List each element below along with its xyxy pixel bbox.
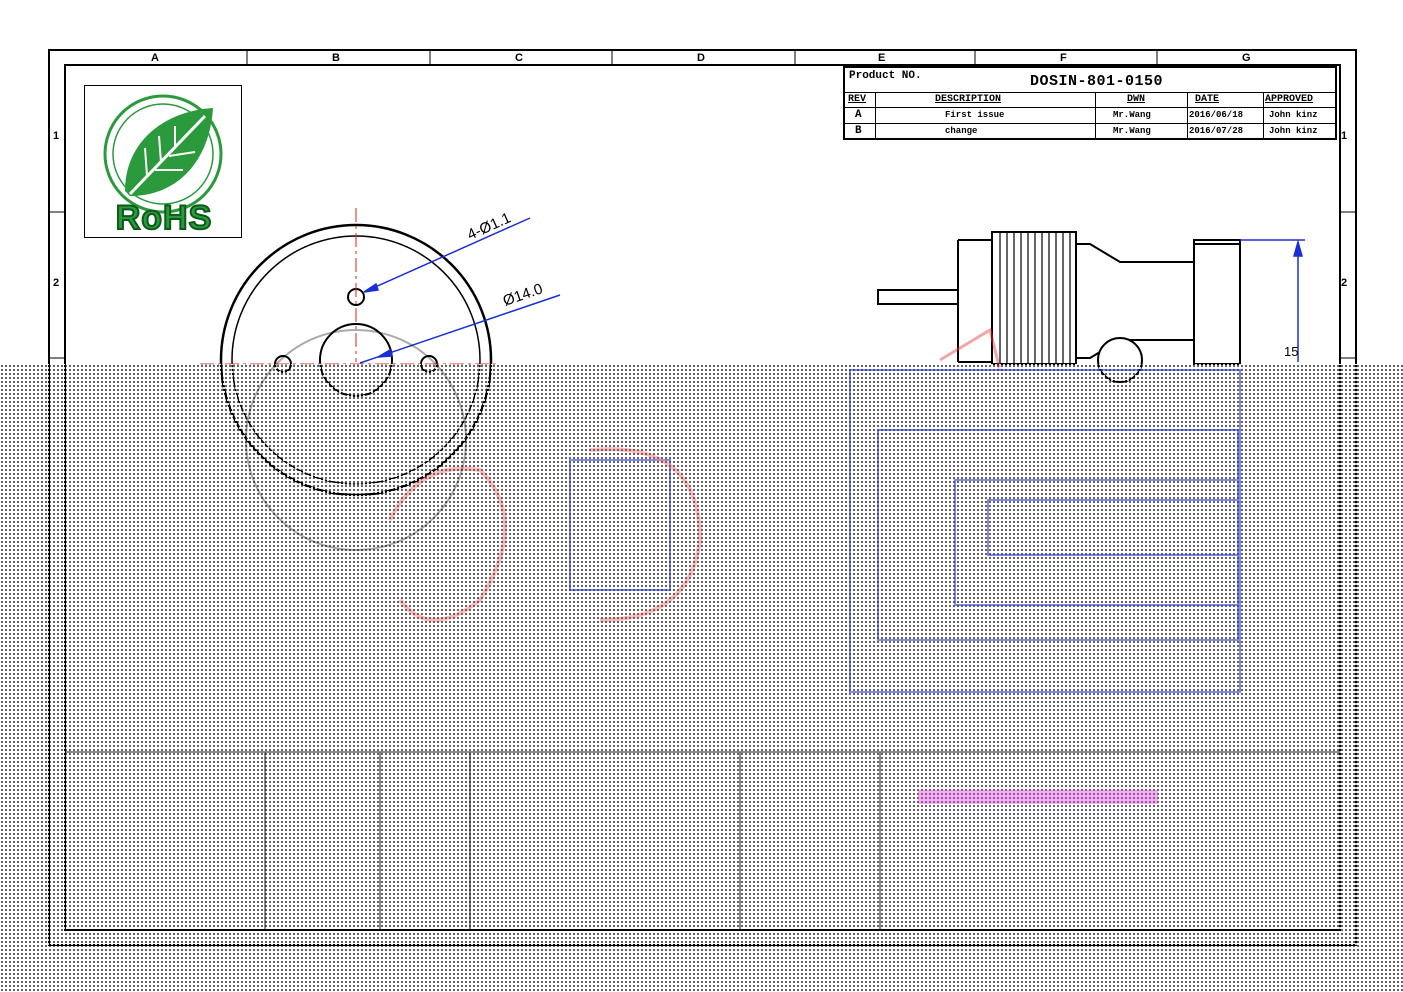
drawing-sheet: A B C D E F G 1 2 1 2 4-Ø1.1 Ø14.0 15 Pr… [0, 0, 1403, 992]
title-block-grid [65, 751, 1340, 930]
